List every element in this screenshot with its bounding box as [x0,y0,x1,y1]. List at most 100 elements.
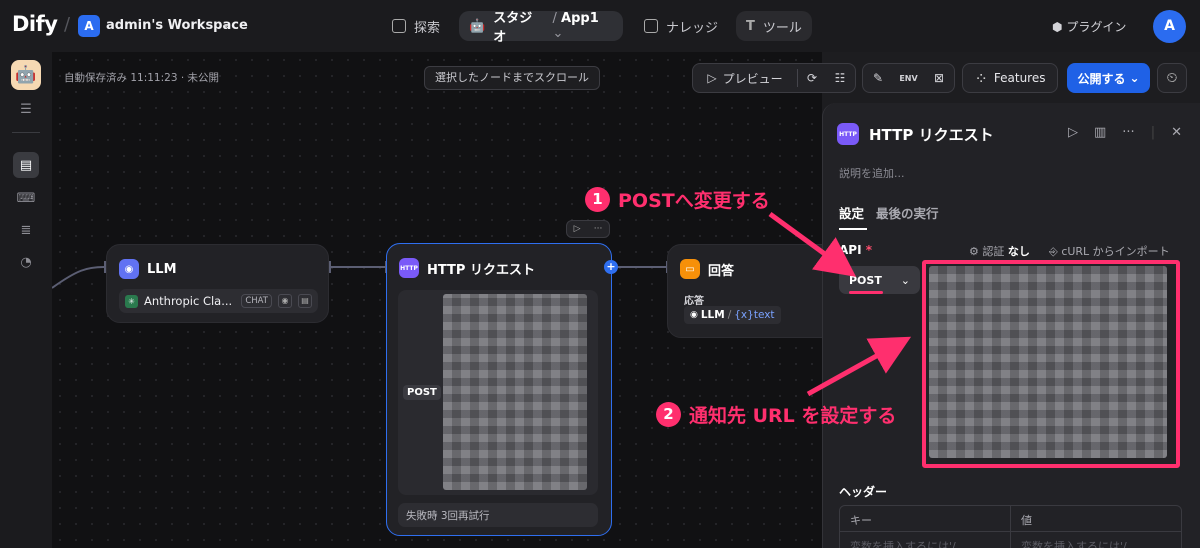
answer-chat-icon: ▭ [680,259,700,279]
robot-icon: 🤖 [469,18,486,34]
logs-icon[interactable]: ≣ [13,217,39,243]
terminal-icon[interactable]: ⌨ [13,185,39,211]
llm-model-selector[interactable]: ✳ Anthropic Cla... CHAT ◉ ▤ [119,289,318,313]
answer-variable-ref: ◉ LLM / {x}text [684,306,781,324]
app-icon[interactable]: 🤖 [11,60,41,90]
run-history-icon[interactable]: ⟳ [798,63,826,93]
annotation-underline [849,291,883,294]
http-title-text: HTTP リクエスト [427,262,535,278]
dify-logo[interactable]: Dify [12,12,58,36]
play-icon[interactable]: ▷ [1068,125,1078,140]
env-icon[interactable]: ENV [893,63,924,93]
version-history-button[interactable]: ⏲ [1157,63,1187,93]
autosave-status: 自動保存済み 11:11:23 · 未公開 [64,72,220,84]
publish-label: 公開する [1077,71,1126,86]
nav-knowledge[interactable]: ナレッジ [634,11,728,41]
plugins-label: プラグイン [1066,20,1127,34]
answer-node[interactable]: ▭ 回答 応答 ◉ LLM / {x}text [667,244,837,338]
eye-icon: ◉ [278,294,292,308]
tool-icon: T [746,18,755,34]
panel-actions: ▷ ▥ ··· | ✕ [1068,125,1182,140]
headers-table: キー 値 変数を挿入するには'/ 変数を挿入するには'/ [839,505,1182,548]
method-value: POST [849,273,882,287]
workspace-avatar[interactable]: A [78,15,100,37]
import-icon: ⎆ [1049,245,1058,258]
document-icon: ▤ [298,294,312,308]
nav-studio[interactable]: 🤖 スタジオ / App1 ⌄ [459,11,623,45]
step-2-number: 2 [656,402,681,427]
value-input[interactable]: 変数を挿入するには'/ [1010,532,1181,548]
preview-label: プレビュー [722,71,783,86]
workflow-orchestrate-icon[interactable]: ▤ [13,152,39,178]
llm-node[interactable]: ◉ LLM ✳ Anthropic Cla... CHAT ◉ ▤ [106,244,329,323]
url-highlight-box [922,260,1180,468]
breadcrumb-separator: / [64,14,71,35]
settings-sliders-icon[interactable]: ☰ [13,96,39,122]
preview-button[interactable]: ▷ プレビュー [693,63,797,93]
nav-app-crumb[interactable]: / App1 ⌄ [553,11,613,41]
http-method-tag: POST [403,385,441,400]
close-icon[interactable]: ✕ [1171,125,1182,140]
more-icon[interactable]: ··· [1122,125,1134,140]
gear-icon: ⚙ [969,245,979,258]
run-node-icon[interactable]: ▷ [574,224,581,234]
node-hover-toolbar: ▷ ··· [566,220,610,238]
method-select[interactable]: POST ⌄ [839,266,920,294]
scroll-to-node-button[interactable]: 選択したノードまでスクロール [424,66,600,90]
auth-value: なし [1007,245,1030,258]
var-source: LLM [700,309,725,321]
panel-header: HTTP HTTP リクエスト [837,123,994,145]
add-node-plus-icon[interactable]: + [604,260,618,274]
annotation-step-1: 1 POSTへ変更する [585,186,770,213]
left-rail: 🤖 ☰ ▤ ⌨ ≣ ◔ [0,52,52,548]
top-bar: Dify / A admin's Workspace ⌄ 探索 🤖 スタジオ /… [0,0,1200,52]
monitor-icon[interactable]: ◔ [13,249,39,275]
auth-button[interactable]: ⚙ 認証 なし [969,243,1030,259]
curl-import-label: cURL からインポート [1061,245,1170,258]
nav-explore[interactable]: 探索 [382,11,450,41]
llm-model-name: Anthropic Cla... [144,294,233,308]
redacted-url [443,294,587,490]
play-icon: ▷ [707,71,717,85]
key-input[interactable]: 変数を挿入するには'/ [840,532,1010,548]
http-icon: HTTP [837,123,859,145]
llm-small-icon: ◉ [690,310,698,320]
key-column-header: キー [850,514,872,527]
checklist-icon[interactable]: ☷ [826,63,854,93]
plugins-button[interactable]: ⬢ プラグイン [1052,18,1126,35]
tab-settings[interactable]: 設定 [839,203,864,222]
answer-title-text: 回答 [708,263,735,279]
answer-node-title: ▭ 回答 [680,259,734,279]
http-icon: HTTP [399,258,419,278]
nav-tools-label: ツール [762,20,802,36]
more-icon[interactable]: ··· [594,224,603,234]
var-name: {x}text [734,309,775,321]
nav-tools[interactable]: T ツール [736,11,812,41]
chevron-down-icon[interactable]: ⌄ [222,19,230,30]
features-icon: ⁘ [974,68,988,88]
llm-brain-icon: ◉ [119,259,139,279]
rail-divider [12,132,40,133]
llm-title-text: LLM [147,261,177,277]
conversation-vars-icon[interactable]: ✎ [863,63,893,93]
nav-app-label: App1 [561,11,599,26]
panel-title[interactable]: HTTP リクエスト [869,124,994,145]
curl-import-button[interactable]: ⎆ cURL からインポート [1049,243,1170,259]
nav-knowledge-label: ナレッジ [666,20,719,36]
auth-label: 認証 [982,245,1005,258]
answer-label: 応答 [684,296,704,307]
preview-group: ▷ プレビュー ⟳ ☷ [692,63,856,93]
user-avatar[interactable]: A [1153,10,1186,43]
active-tab-indicator [839,228,867,230]
description-input[interactable]: 説明を追加... [839,165,905,181]
api-label: API * [839,243,872,257]
variable-icon[interactable]: ⊠ [924,63,954,93]
http-node-title: HTTP HTTP リクエスト [399,258,535,278]
chat-mode-chip: CHAT [241,294,272,308]
publish-button[interactable]: 公開する ⌄ [1067,63,1150,93]
http-request-node[interactable]: HTTP HTTP リクエスト POST 失敗時 3回再試行 [386,243,612,536]
annotation-step-2: 2 通知先 URL を設定する [656,401,896,428]
tab-last-run[interactable]: 最後の実行 [876,203,939,222]
book-open-icon[interactable]: ▥ [1094,125,1106,140]
features-button[interactable]: ⁘ Features [962,63,1058,93]
